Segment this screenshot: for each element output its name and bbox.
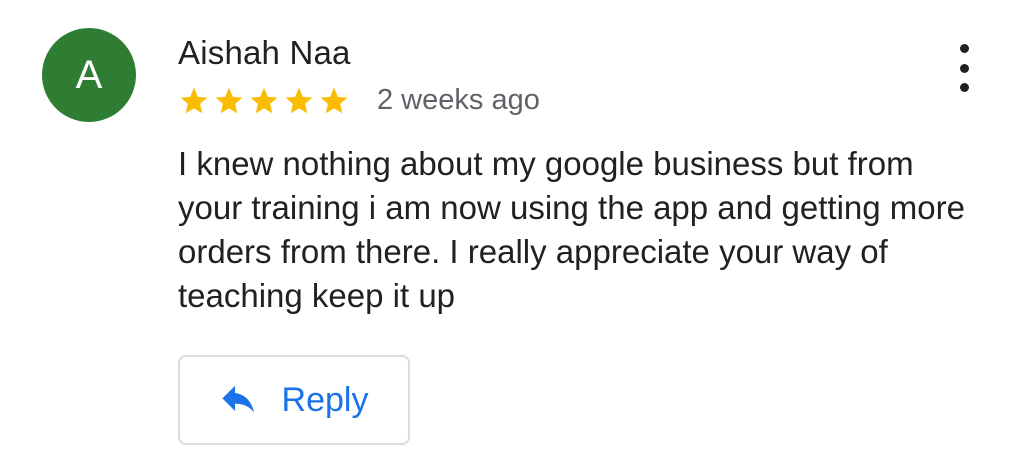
star-rating bbox=[178, 85, 353, 117]
more-vert-icon[interactable] bbox=[952, 44, 976, 92]
review-card: A Aishah Naa 2 weeks ago I knew nothing … bbox=[0, 0, 1024, 476]
review-time: 2 weeks ago bbox=[377, 84, 540, 116]
star-icon bbox=[180, 87, 208, 113]
reply-arrow-icon bbox=[221, 385, 254, 413]
avatar-letter: A bbox=[75, 52, 103, 97]
star-icon bbox=[250, 87, 278, 113]
star-icon bbox=[285, 87, 313, 113]
avatar[interactable]: A bbox=[42, 28, 136, 122]
star-icon bbox=[320, 87, 348, 113]
more-dot bbox=[959, 83, 969, 92]
review-text: I knew nothing about my google business … bbox=[178, 145, 965, 314]
author-name[interactable]: Aishah Naa bbox=[178, 34, 351, 72]
more-dot bbox=[959, 44, 969, 53]
more-dot bbox=[959, 63, 969, 73]
star-icon bbox=[215, 87, 243, 113]
reply-label: Reply bbox=[281, 380, 369, 419]
rating-row: 2 weeks ago bbox=[178, 84, 540, 117]
reply-button[interactable]: Reply bbox=[178, 355, 410, 445]
